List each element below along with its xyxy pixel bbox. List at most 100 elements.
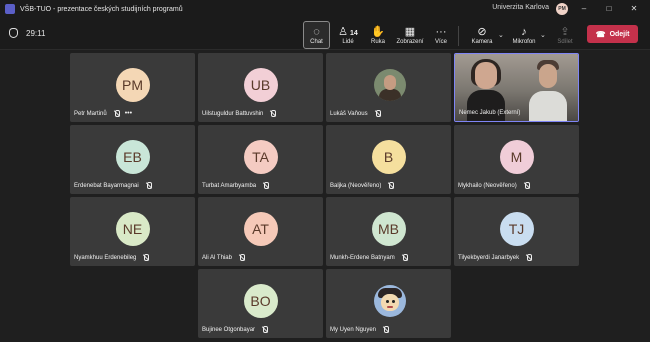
participant-name: Nyamkhuu Erdenebileg xyxy=(74,254,137,261)
mic-off-icon xyxy=(269,110,277,117)
camera-off-icon: ⊘ xyxy=(477,25,487,38)
name-label: Lukáš Vaňous xyxy=(330,109,381,118)
name-label: Mykhailo (Neověřeno) xyxy=(458,181,530,190)
participant-tile[interactable]: MB Munkh-Erdene Batnyam xyxy=(326,197,451,266)
chat-icon: ◌ xyxy=(313,25,320,38)
chat-label: Chat xyxy=(310,38,323,45)
phone-icon: ☎ xyxy=(595,29,606,39)
avatar: BO xyxy=(243,284,278,318)
name-label: Tilyekbyerdi Janarbyek xyxy=(458,253,533,262)
participant-tile[interactable]: My Uyen Nguyen xyxy=(326,269,451,338)
microphone-label: Mikrofon xyxy=(512,38,536,45)
participant-tile[interactable]: EB Erdenebat Bayarmagnai xyxy=(70,125,195,194)
raise-hand-label: Ruka xyxy=(370,38,385,45)
profile-photo xyxy=(374,69,406,101)
camera-button[interactable]: ⊘ Kamera xyxy=(468,21,496,49)
participant-name: Bujinee Otgonbayar xyxy=(202,326,256,333)
avatar: NE xyxy=(115,212,150,246)
account-avatar[interactable]: PM xyxy=(556,3,568,15)
participant-name: Petr Martinů xyxy=(74,110,107,117)
avatar: PM xyxy=(115,68,150,102)
toolbar-divider xyxy=(458,26,459,46)
people-button[interactable]: ♙ 14 Lidé xyxy=(334,21,362,49)
minimize-icon[interactable]: – xyxy=(576,2,592,16)
name-label: Uilstuguldur Battuvshin xyxy=(202,109,277,118)
camera-options-chevron-icon[interactable]: ⌄ xyxy=(498,31,504,39)
participant-name: Nemec Jakub (Externí) xyxy=(459,109,521,116)
people-label: Lidé xyxy=(342,38,354,45)
avatar: UB xyxy=(243,68,278,102)
mic-off-icon xyxy=(382,326,390,333)
avatar: TA xyxy=(243,140,278,174)
raise-hand-button[interactable]: ✋ Ruka xyxy=(366,21,390,49)
people-icon: ♙ 14 xyxy=(338,25,358,38)
close-icon[interactable]: ✕ xyxy=(626,2,642,16)
more-icon: ··· xyxy=(435,25,447,38)
window-title: VŠB-TUO - prezentace českých studijních … xyxy=(20,5,183,13)
participant-name: My Uyen Nguyen xyxy=(330,326,377,333)
grid-icon: ▦ xyxy=(404,25,416,38)
mic-off-icon xyxy=(525,254,533,261)
participant-tile[interactable]: Lukáš Vaňous xyxy=(326,53,451,122)
avatar: B xyxy=(371,140,406,174)
participant-tile-speaking[interactable]: Nemec Jakub (Externí) xyxy=(454,53,579,122)
avatar: AT xyxy=(243,212,278,246)
share-button[interactable]: ⇪ Sdílet xyxy=(553,21,577,49)
name-label: Nemec Jakub (Externí) xyxy=(459,108,526,117)
avatar: M xyxy=(499,140,534,174)
participant-tile[interactable]: NE Nyamkhuu Erdenebileg xyxy=(70,197,195,266)
mic-off-icon xyxy=(387,182,395,189)
timer-label: 29:11 xyxy=(26,28,46,38)
name-label: My Uyen Nguyen xyxy=(330,325,390,334)
mic-off-icon xyxy=(238,254,245,261)
name-label: Erdenebat Bayarmagnai xyxy=(74,181,152,190)
chat-button[interactable]: ◌ Chat xyxy=(303,21,330,49)
organization-name[interactable]: Univerzita Karlova xyxy=(492,4,549,11)
share-label: Sdílet xyxy=(557,38,573,45)
participant-tile[interactable]: UB Uilstuguldur Battuvshin xyxy=(198,53,323,122)
participant-tile[interactable]: BO Bujinee Otgonbayar xyxy=(198,269,323,338)
share-icon: ⇪ xyxy=(560,25,570,38)
participant-name: Lukáš Vaňous xyxy=(330,110,368,117)
participant-tile[interactable]: TJ Tilyekbyerdi Janarbyek xyxy=(454,197,579,266)
name-label: Nyamkhuu Erdenebileg xyxy=(74,253,150,262)
mic-off-icon xyxy=(145,182,152,189)
leave-label: Odejít xyxy=(609,30,630,38)
people-count: 14 xyxy=(350,29,358,37)
participant-tile[interactable]: AT Ali Al Thiab xyxy=(198,197,323,266)
microphone-button[interactable]: ♪ Mikrofon xyxy=(508,21,540,49)
participant-tile[interactable]: PM Petr Martinů ••• xyxy=(70,53,195,122)
name-label: Munkh-Erdene Batnyam xyxy=(330,253,408,262)
participant-tile[interactable]: M Mykhailo (Neověřeno) xyxy=(454,125,579,194)
mic-options-chevron-icon[interactable]: ⌄ xyxy=(540,31,546,39)
participant-name: Erdenebat Bayarmagnai xyxy=(74,182,139,189)
participant-name: Baljka (Neověřeno) xyxy=(330,182,382,189)
avatar: MB xyxy=(371,212,406,246)
profile-photo xyxy=(374,285,406,317)
leave-button[interactable]: ☎ Odejít xyxy=(587,25,638,43)
name-label: Ali Al Thiab xyxy=(202,253,245,262)
camera-label: Kamera xyxy=(471,38,493,45)
participant-name: Munkh-Erdene Batnyam xyxy=(330,254,395,261)
name-label: Bujinee Otgonbayar xyxy=(202,325,269,334)
maximize-icon[interactable]: □ xyxy=(601,2,617,16)
name-label: Turbat Amarbyamba xyxy=(202,181,270,190)
mic-off-icon xyxy=(142,254,150,261)
teams-app-icon xyxy=(5,4,15,14)
meeting-toolbar: 29:11 ◌ Chat ♙ 14 Lidé ✋ Ruka ▦ Zobrazení… xyxy=(0,18,650,50)
avatar: EB xyxy=(115,140,150,174)
more-button[interactable]: ··· Více xyxy=(430,21,452,49)
more-options-icon[interactable]: ••• xyxy=(125,110,132,117)
view-button[interactable]: ▦ Zobrazení xyxy=(394,21,426,49)
participant-grid: PM Petr Martinů ••• UB Uilstuguldur Batt… xyxy=(0,51,650,342)
title-bar: VŠB-TUO - prezentace českých studijních … xyxy=(0,0,650,18)
name-label: Petr Martinů ••• xyxy=(74,109,132,118)
participant-name: Mykhailo (Neověřeno) xyxy=(458,182,517,189)
mic-off-icon: ♪ xyxy=(521,25,527,38)
participant-tile[interactable]: B Baljka (Neověřeno) xyxy=(326,125,451,194)
mic-off-icon xyxy=(401,254,408,261)
mic-off-icon xyxy=(261,326,269,333)
meeting-timer: 29:11 xyxy=(9,28,45,38)
view-label: Zobrazení xyxy=(396,38,424,45)
participant-tile[interactable]: TA Turbat Amarbyamba xyxy=(198,125,323,194)
